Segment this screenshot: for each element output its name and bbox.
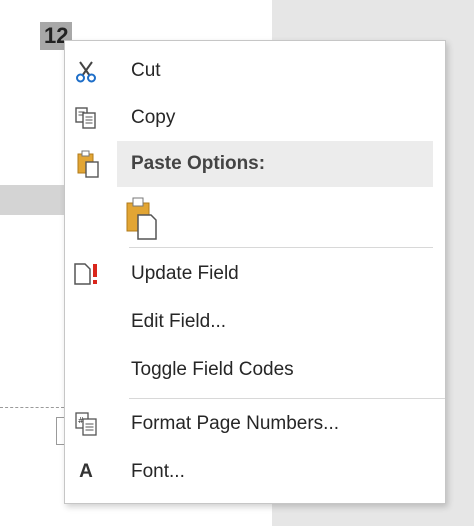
font-label: Font... — [131, 461, 185, 482]
menu-item-edit-field[interactable]: Edit Field... — [65, 303, 445, 341]
context-menu: Cut Copy Paste Options: Update Field Edi… — [64, 40, 446, 504]
update-field-icon — [71, 261, 101, 287]
menu-separator — [129, 247, 433, 248]
clipboard-icon — [77, 149, 101, 179]
format-page-numbers-label: Format Page Numbers... — [131, 413, 340, 434]
font-icon-letter: A — [79, 461, 93, 482]
toggle-field-codes-label: Toggle Field Codes — [131, 359, 294, 380]
page-divider — [0, 185, 64, 215]
edit-field-label: Edit Field... — [131, 311, 227, 332]
copy-label: Copy — [131, 107, 176, 128]
menu-item-copy[interactable]: Copy — [65, 99, 445, 137]
menu-item-cut[interactable]: Cut — [65, 52, 445, 90]
page-number-format-icon: # — [71, 411, 101, 437]
menu-separator — [129, 398, 445, 399]
footer-boundary-line — [0, 407, 64, 408]
paste-options-label: Paste Options: — [131, 153, 266, 174]
document-margin — [0, 0, 64, 526]
menu-item-update-field[interactable]: Update Field — [65, 255, 445, 293]
scissors-icon — [71, 58, 101, 84]
menu-item-toggle-field-codes[interactable]: Toggle Field Codes — [65, 351, 445, 389]
cut-label: Cut — [131, 60, 161, 81]
font-icon: A — [71, 459, 101, 485]
copy-icon — [71, 105, 101, 131]
update-field-label: Update Field — [131, 263, 239, 284]
paste-keep-source-icon[interactable] — [125, 195, 159, 241]
menu-item-font[interactable]: A Font... — [65, 453, 445, 491]
menu-item-format-page-numbers[interactable]: # Format Page Numbers... — [65, 405, 445, 443]
